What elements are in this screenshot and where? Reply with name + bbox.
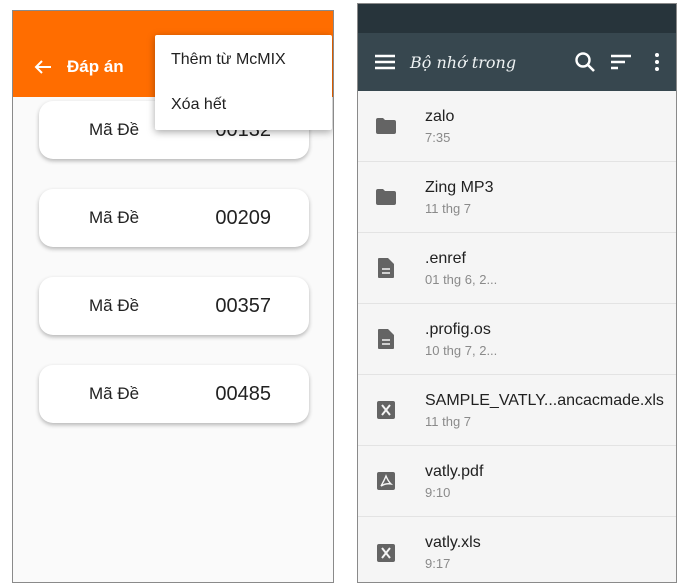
card-label: Mã Đề — [89, 296, 140, 315]
card-code: 00485 — [215, 382, 271, 405]
file-date: 11 thg 7 — [425, 200, 472, 216]
file-date: 10 thg 7, 2... — [425, 342, 498, 358]
file-date: 01 thg 6, 2... — [425, 271, 498, 287]
file-date: 9:10 — [425, 484, 451, 500]
file-name: Zing MP3 — [425, 178, 494, 196]
back-arrow-icon[interactable] — [21, 45, 65, 89]
file-list-item[interactable]: SAMPLE_VATLY...ancacmade.xls 11 thg 7 — [358, 375, 676, 446]
excel-file-icon — [374, 543, 398, 562]
status-bar — [358, 4, 676, 33]
file-date: 7:35 — [425, 129, 451, 145]
card-code: 00209 — [215, 206, 271, 229]
file-list-item[interactable]: zalo 7:35 — [358, 91, 676, 162]
pdf-file-icon — [374, 472, 398, 490]
excel-file-icon — [374, 401, 398, 419]
menu-item-add-from-mcmix[interactable]: Thêm từ McMIX — [155, 37, 332, 82]
folder-icon — [374, 189, 398, 205]
more-vert-icon[interactable] — [642, 47, 672, 77]
document-icon — [374, 258, 398, 278]
exam-code-card[interactable]: Mã Đề 00209 — [39, 189, 309, 247]
file-list-item[interactable]: Zing MP3 11 thg 7 — [358, 162, 676, 233]
app-bar: Bộ nhớ trong — [358, 33, 676, 91]
exam-code-card[interactable]: Mã Đề 00357 — [39, 277, 309, 335]
card-code: 00357 — [215, 294, 271, 317]
file-list-item[interactable]: .enref 01 thg 6, 2... — [358, 233, 676, 304]
exam-code-card[interactable]: Mã Đề 00485 — [39, 365, 309, 423]
overflow-menu: Thêm từ McMIX Xóa hết — [155, 35, 332, 130]
folder-icon — [374, 118, 398, 134]
file-date: 11 thg 7 — [425, 413, 472, 429]
file-list-item[interactable]: vatly.xls 9:17 — [358, 517, 676, 582]
document-icon — [374, 329, 398, 349]
file-name: SAMPLE_VATLY...ancacmade.xls — [425, 391, 664, 409]
left-phone-screen: Đáp án Thêm từ McMIX Xóa hết Mã Đề 00132… — [12, 10, 334, 583]
page-title: Bộ nhớ trong — [410, 52, 517, 72]
right-phone-screen: Bộ nhớ trong zalo 7:35 Zing MP3 11 thg 7 — [357, 3, 677, 583]
file-date: 9:17 — [425, 556, 451, 571]
card-label: Mã Đề — [89, 208, 140, 227]
status-bar — [13, 11, 333, 37]
sort-icon[interactable] — [606, 47, 636, 77]
file-list-item[interactable]: .profig.os 10 thg 7, 2... — [358, 304, 676, 375]
hamburger-menu-icon[interactable] — [370, 47, 400, 77]
file-name: zalo — [425, 107, 455, 125]
page-title: Đáp án — [67, 57, 124, 76]
search-icon[interactable] — [570, 47, 600, 77]
file-name: vatly.pdf — [425, 462, 484, 480]
file-name: vatly.xls — [425, 534, 481, 551]
file-name: .enref — [425, 249, 466, 267]
card-label: Mã Đề — [89, 120, 140, 139]
card-label: Mã Đề — [89, 384, 140, 403]
file-list-item[interactable]: vatly.pdf 9:10 — [358, 446, 676, 517]
menu-item-clear-all[interactable]: Xóa hết — [155, 82, 332, 127]
file-name: .profig.os — [425, 320, 491, 338]
